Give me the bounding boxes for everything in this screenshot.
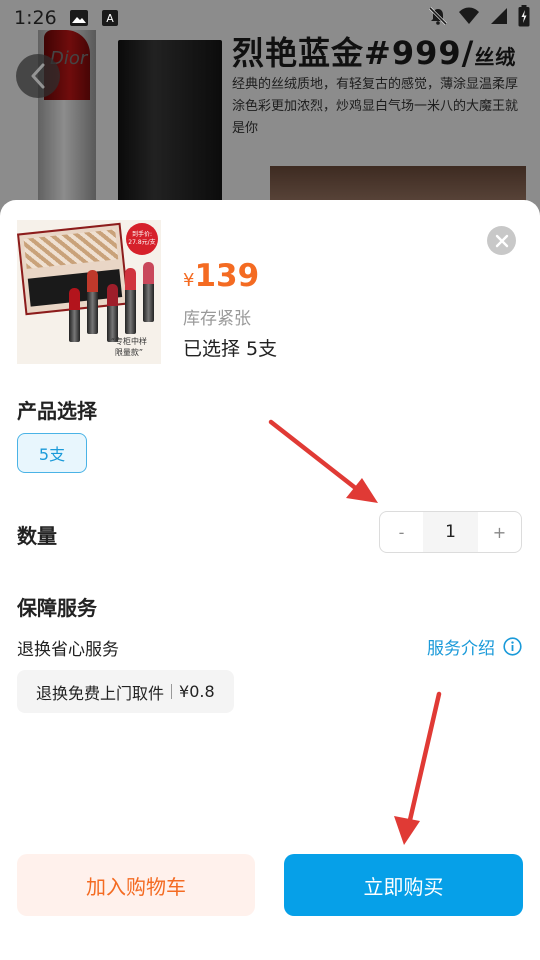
price-value: 139 — [194, 258, 260, 294]
service-info-label: 服务介绍 — [427, 639, 495, 659]
divider — [171, 684, 173, 699]
close-icon — [495, 234, 508, 247]
info-icon — [503, 637, 522, 656]
service-option-chip[interactable]: 退换免费上门取件 ¥0.8 — [17, 670, 234, 713]
quantity-decrease-button[interactable]: - — [380, 512, 423, 552]
svg-text:A: A — [106, 12, 114, 25]
image-icon — [69, 9, 89, 27]
a-icon: A — [101, 9, 119, 27]
sku-selector-sheet: 到手价: 27.8元/支 “专柜中样 限量款” ¥139 库存紧张 已选择 5支… — [0, 200, 540, 960]
signal-icon — [490, 7, 508, 29]
wifi-icon — [458, 7, 480, 29]
product-price: ¥139 — [183, 258, 259, 294]
service-option-price: ¥0.8 — [179, 682, 215, 701]
price-badge: 到手价: 27.8元/支 — [126, 223, 158, 255]
service-option-label: 退换免费上门取件 — [36, 683, 165, 703]
quantity-value[interactable]: 1 — [423, 512, 478, 552]
battery-charging-icon — [518, 5, 530, 31]
service-info-link[interactable]: 服务介绍 — [427, 634, 522, 659]
selected-summary: 已选择 5支 — [183, 338, 278, 360]
add-to-cart-button[interactable]: 加入购物车 — [17, 854, 255, 916]
currency-symbol: ¥ — [183, 270, 195, 291]
quantity-stepper: - 1 + — [379, 511, 522, 553]
product-thumbnail: 到手价: 27.8元/支 “专柜中样 限量款” — [17, 220, 161, 364]
buy-now-button[interactable]: 立即购买 — [284, 854, 523, 916]
quantity-label: 数量 — [17, 524, 57, 548]
close-button[interactable] — [487, 226, 516, 255]
bell-off-icon — [428, 6, 448, 30]
quantity-increase-button[interactable]: + — [478, 512, 521, 552]
thumbnail-note: “专柜中样 限量款” — [110, 337, 147, 357]
service-section-title: 保障服务 — [17, 596, 97, 620]
status-time: 1:26 — [14, 7, 57, 29]
spec-option-5[interactable]: 5支 — [17, 433, 87, 473]
service-subtitle: 退换省心服务 — [17, 640, 119, 660]
spec-section-title: 产品选择 — [17, 399, 97, 423]
stock-status: 库存紧张 — [183, 309, 251, 329]
status-bar: 1:26 A — [0, 0, 540, 36]
